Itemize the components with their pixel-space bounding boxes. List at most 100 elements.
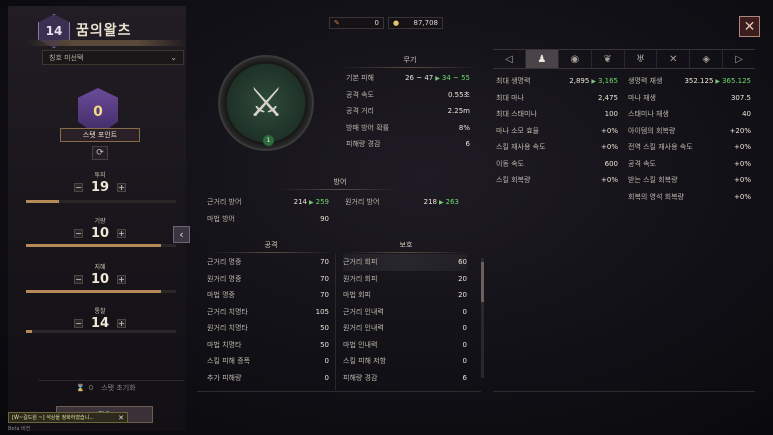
- stat-row: 마법 회피 20: [343, 287, 467, 304]
- stat-category-tabs: ◁ ♟ ◉ ❦ ♅ ✕ ◈ ▷: [493, 49, 755, 69]
- stat-row: 마나 소모 효율 +0%: [496, 123, 618, 140]
- stat-row: 공격 속도 +0%: [628, 156, 751, 173]
- scrollbar[interactable]: [481, 258, 484, 378]
- arrow-right-icon: ▶: [591, 78, 596, 86]
- stat-row: 마나 재생 307.5: [628, 90, 751, 107]
- stat-row: 스킬 재사용 속도 +0%: [496, 139, 618, 156]
- stat-bar: [26, 330, 176, 333]
- stat-value: 70: [320, 291, 329, 300]
- stat-value: 8%: [458, 123, 470, 132]
- tab-stones-icon[interactable]: ◈: [690, 50, 724, 68]
- tab-eye-icon[interactable]: ◉: [559, 50, 592, 68]
- stat-row: 받는 스킬 회복량 +0%: [628, 172, 751, 189]
- arrow-right-icon: ▶: [715, 78, 721, 86]
- stat-value: +0%: [601, 176, 618, 185]
- chat-toast[interactable]: [Ŵ~길드원 ~] 석상을 정화하였습니... ✕: [8, 412, 128, 423]
- stat-value: +20%: [729, 126, 751, 135]
- stat-value: 0: [462, 307, 467, 316]
- sword-shield-icon: ⚔: [248, 80, 284, 126]
- tab-next-icon[interactable]: ▷: [723, 50, 755, 68]
- increase-button[interactable]: +: [117, 319, 126, 328]
- ticket-icon: ✎: [334, 19, 340, 27]
- stat-value: 307.5: [730, 93, 751, 102]
- currency-b: ● 87,708: [388, 17, 443, 29]
- decrease-button[interactable]: −: [74, 229, 83, 238]
- stat-value: 50: [320, 324, 329, 333]
- stat-label: 스킬 재사용 속도: [496, 143, 546, 152]
- stat-value: +0%: [601, 126, 618, 135]
- tab-demon-icon[interactable]: ♅: [625, 50, 658, 68]
- stat-value: 20: [458, 291, 467, 300]
- stat-bar: [26, 290, 176, 293]
- stat-reset[interactable]: ⌛ 0 스탯 초기화: [38, 380, 184, 394]
- stat-label: 받는 스킬 회복량: [628, 176, 678, 185]
- base-value: 352.125: [684, 77, 714, 86]
- stat-label: 근거리 회피: [343, 258, 378, 267]
- attack-heading: 공격: [210, 240, 332, 253]
- reset-icon: ⌛: [76, 383, 85, 392]
- close-icon[interactable]: ✕: [118, 414, 124, 422]
- decrease-button[interactable]: −: [74, 183, 83, 192]
- stat-row: 마법 치명타 50: [207, 337, 329, 354]
- level-value: 14: [45, 24, 63, 38]
- weapon-emblem: ⚔ 1: [218, 55, 314, 151]
- character-stat-panel: 14 꿈의왈츠 칭호 미선택 ⌄ 0 스탯 포인트 ⟳ 투지 −19 + 기량 −…: [8, 6, 186, 431]
- scrollbar-thumb[interactable]: [481, 262, 484, 302]
- title-select-value: 칭호 미선택: [49, 53, 84, 62]
- defense-heading: 방어: [280, 177, 400, 190]
- stat-value: 214 ▶ 259: [294, 198, 329, 206]
- tab-beast-icon[interactable]: ❦: [592, 50, 625, 68]
- stat-value: 100: [604, 110, 618, 119]
- stat-row: 피해량 경감 6: [343, 370, 467, 387]
- stat-label: 스태미나 재생: [628, 110, 669, 119]
- currency-a-value: 0: [374, 19, 379, 27]
- stat-value: 0.55초: [447, 90, 470, 99]
- stat-row: 원거리 회피 20: [343, 271, 467, 288]
- decrease-button[interactable]: −: [74, 275, 83, 284]
- stat-bar: [26, 200, 176, 203]
- tab-prev-icon[interactable]: ◁: [493, 50, 526, 68]
- stat-value: 0: [324, 357, 329, 366]
- stat-value: 40: [742, 110, 751, 119]
- tab-crossed-swords-icon[interactable]: ✕: [657, 50, 691, 68]
- close-button[interactable]: ✕: [739, 16, 760, 37]
- protect-heading: 보호: [343, 240, 469, 253]
- stat-label: 마법 회피: [343, 291, 371, 300]
- stat-row: 스킬 피해 저항 0: [343, 353, 467, 370]
- stat-row: 마법 방어 90: [207, 211, 329, 228]
- stat-row: 추가 피해량 0: [207, 370, 329, 387]
- stat-row: 생명력 재생 352.125 ▶ 365.125: [628, 73, 751, 90]
- stat-row: 원거리 인내력 0: [343, 320, 467, 337]
- stat-label: 마법 방어: [207, 214, 235, 223]
- stat-value: 2,895 ▶ 3,165: [569, 77, 618, 85]
- new-value: 263: [445, 198, 459, 207]
- stat-value: 20: [458, 274, 467, 283]
- stat-row: 근거리 인내력 0: [343, 304, 467, 321]
- stat-label: 원거리 치명타: [207, 324, 248, 333]
- tab-character-icon[interactable]: ♟: [525, 50, 559, 68]
- stat-row: 근거리 회피 60: [343, 254, 467, 271]
- increase-button[interactable]: +: [117, 183, 126, 192]
- increase-button[interactable]: +: [117, 275, 126, 284]
- decrease-button[interactable]: −: [74, 319, 83, 328]
- collapse-panel-button[interactable]: ‹: [173, 226, 190, 243]
- stat-row: 원거리 명중 70: [207, 271, 329, 288]
- stat-value: +0%: [734, 159, 751, 168]
- stat-value: +0%: [601, 143, 618, 152]
- title-select[interactable]: 칭호 미선택 ⌄: [42, 50, 184, 65]
- stat-label: 마법 명중: [207, 291, 235, 300]
- refresh-icon[interactable]: ⟳: [92, 146, 108, 160]
- stat-value: +0%: [734, 192, 751, 201]
- stat-insight: 통찰 −14 +: [70, 306, 130, 331]
- currency-b-value: 87,708: [413, 19, 439, 27]
- stat-row: 스킬 피해 증폭 0: [207, 353, 329, 370]
- right-stats-col2: 생명력 재생 352.125 ▶ 365.125 마나 재생 307.5 스태미나 재생 40…: [628, 73, 751, 205]
- stat-value: 70: [320, 258, 329, 267]
- stat-value: 14: [90, 316, 110, 331]
- divider: [493, 391, 755, 392]
- stat-row: 원거리 치명타 50: [207, 320, 329, 337]
- new-value: 34 ~ 55: [441, 74, 470, 83]
- stat-value: 0: [462, 324, 467, 333]
- stat-row: 기본 피해 26 ~ 47 ▶ 34 ~ 55: [346, 70, 470, 87]
- increase-button[interactable]: +: [117, 229, 126, 238]
